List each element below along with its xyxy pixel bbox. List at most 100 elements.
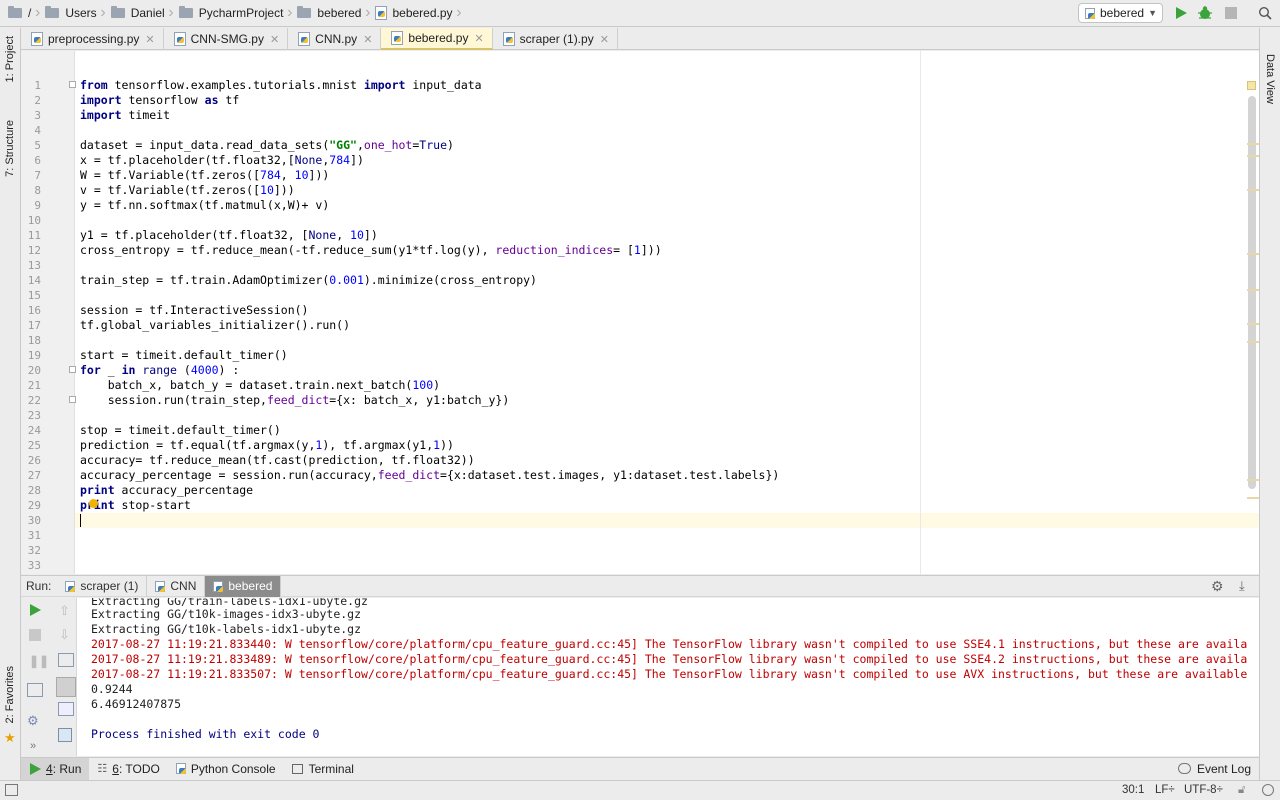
tab-cnn[interactable]: CNN.py ✕ [288, 28, 382, 50]
line-number: 17 [27, 319, 41, 332]
tab-preprocessing[interactable]: preprocessing.py ✕ [21, 28, 164, 50]
arrow-up-icon[interactable]: ⇧ [59, 603, 70, 619]
run-tool-button[interactable]: 4: Run [21, 757, 90, 780]
tab-bebered[interactable]: bebered.py ✕ [381, 28, 493, 50]
line-number: 18 [27, 334, 41, 347]
restore-layout-icon[interactable] [27, 683, 43, 697]
error-stripe-mark[interactable] [1247, 289, 1259, 291]
inspector-icon[interactable] [1262, 784, 1274, 796]
code-line: start = timeit.default_timer() [80, 348, 288, 362]
console-line: Extracting GG/t10k-labels-idx1-ubyte.gz [91, 622, 362, 636]
tool-windows-icon[interactable] [5, 784, 18, 796]
line-number: 6 [34, 154, 41, 167]
close-icon[interactable]: ✕ [600, 33, 609, 46]
code-line: y = tf.nn.softmax(tf.matmul(x,W)+ v) [80, 198, 330, 212]
close-icon[interactable]: ✕ [145, 33, 154, 46]
structure-tool-tab[interactable]: 7: Structure [4, 120, 16, 177]
more-icon[interactable]: » [30, 740, 36, 752]
debug-settings-icon[interactable]: ⚙ [27, 713, 39, 729]
run-panel-header: Run: scraper (1) CNN bebered ⚙ ⤓ [21, 575, 1259, 597]
run-configuration-dropdown[interactable]: bebered ▼ [1078, 3, 1163, 23]
gear-icon[interactable]: ⚙ [1211, 578, 1224, 595]
pause-icon[interactable]: ❚❚ [29, 654, 49, 668]
error-stripe-mark[interactable] [1247, 155, 1259, 157]
run-tab-bebered[interactable]: bebered [205, 575, 282, 597]
search-icon[interactable] [1256, 4, 1274, 22]
rerun-icon[interactable] [28, 603, 42, 620]
soft-wrap-icon[interactable] [58, 653, 74, 667]
inspection-status-icon[interactable] [1247, 81, 1256, 90]
code-line: W = tf.Variable(tf.zeros([784, 10])) [80, 168, 330, 182]
left-tool-strip: 1: Project 7: Structure 2: Favorites ★ [0, 28, 21, 780]
error-stripe-mark[interactable] [1247, 479, 1259, 481]
code-line: print accuracy_percentage [80, 483, 254, 497]
error-stripe-mark[interactable] [1247, 323, 1259, 325]
python-file-icon [31, 32, 43, 46]
hide-panel-icon[interactable]: ⤓ [1239, 578, 1245, 594]
run-console-output[interactable]: Extracting GG/train-labels-idx1-ubyte.gz… [77, 598, 1259, 756]
run-tab-scraper[interactable]: scraper (1) [57, 575, 148, 597]
line-number: 14 [27, 274, 41, 287]
scroll-to-end-icon[interactable] [56, 677, 76, 697]
trash-icon[interactable] [58, 728, 72, 742]
breadcrumb-daniel[interactable]: Daniel › [103, 0, 174, 27]
fold-icon[interactable] [69, 396, 76, 403]
tab-scraper[interactable]: scraper (1).py ✕ [493, 28, 618, 50]
arrow-down-icon[interactable]: ⇩ [59, 627, 70, 643]
breadcrumb-pycharmproject[interactable]: PycharmProject › [171, 0, 292, 27]
code-line: dataset = input_data.read_data_sets("GG"… [80, 138, 454, 152]
line-number: 15 [27, 289, 41, 302]
line-number: 29 [27, 499, 41, 512]
line-separator[interactable]: LF÷ [1155, 784, 1175, 796]
event-log-tool-button[interactable]: Event Log [1170, 758, 1259, 780]
error-stripe-mark[interactable] [1247, 497, 1259, 499]
todo-tool-button[interactable]: ☷ 6: TODO [89, 758, 167, 780]
fold-icon[interactable] [69, 366, 76, 373]
run-tab-cnn[interactable]: CNN [147, 575, 206, 597]
python-file-icon [65, 580, 76, 592]
favorites-tool-tab[interactable]: 2: Favorites [4, 666, 16, 723]
chevron-down-icon: ▼ [1148, 8, 1157, 18]
breadcrumb-users[interactable]: Users › [37, 0, 106, 27]
run-label: Run: [26, 579, 52, 593]
close-icon[interactable]: ✕ [363, 33, 372, 46]
run-icon[interactable] [1172, 4, 1190, 22]
breadcrumb-file[interactable]: bebered.py › [367, 0, 462, 27]
fold-icon[interactable] [69, 81, 76, 88]
line-number: 33 [27, 559, 41, 572]
error-stripe-mark[interactable] [1247, 253, 1259, 255]
text-cursor [80, 514, 81, 527]
line-number: 21 [27, 379, 41, 392]
line-number: 13 [27, 259, 41, 272]
error-stripe-mark[interactable] [1247, 189, 1259, 191]
close-icon[interactable]: ✕ [270, 33, 279, 46]
code-line: session.run(train_step,feed_dict={x: bat… [80, 393, 510, 407]
python-file-icon [502, 32, 515, 46]
caret-position[interactable]: 30:1 [1122, 784, 1144, 796]
python-icon [175, 763, 186, 774]
python-file-icon [155, 580, 166, 592]
python-file-icon [298, 32, 311, 46]
error-stripe-mark[interactable] [1247, 143, 1259, 145]
breadcrumb-bebered[interactable]: bebered › [289, 0, 370, 27]
stop-icon[interactable] [29, 629, 41, 644]
error-stripe-mark[interactable] [1247, 341, 1259, 343]
print-icon[interactable] [58, 702, 74, 716]
data-view-tool-tab[interactable]: Data View [1264, 54, 1276, 104]
console-line: 0.9244 [91, 682, 133, 696]
code-editor[interactable]: 1 2 3 4 5 6 7 8 9 10 11 12 13 14 15 16 17 18 19 20 21 22 23 24 2… [21, 51, 1259, 574]
close-icon[interactable]: ✕ [474, 32, 483, 45]
terminal-tool-button[interactable]: Terminal [284, 758, 362, 780]
folder-icon [178, 6, 193, 18]
code-line: prediction = tf.equal(tf.argmax(y,1), tf… [80, 438, 454, 452]
debug-icon[interactable] [1196, 4, 1214, 22]
lightbulb-icon[interactable] [89, 499, 98, 508]
file-encoding[interactable]: UTF-8÷ [1184, 784, 1223, 796]
python-console-tool-button[interactable]: Python Console [168, 758, 284, 780]
project-tool-tab[interactable]: 1: Project [4, 36, 16, 82]
tab-cnn-smg[interactable]: CNN-SMG.py ✕ [164, 28, 289, 50]
lock-icon[interactable]: 🔓︎ [1238, 784, 1245, 797]
editor-tabs: preprocessing.py ✕ CNN-SMG.py ✕ CNN.py ✕ be… [21, 28, 1259, 50]
breadcrumb-root[interactable]: / › [0, 0, 40, 27]
stop-icon[interactable] [1222, 4, 1240, 22]
